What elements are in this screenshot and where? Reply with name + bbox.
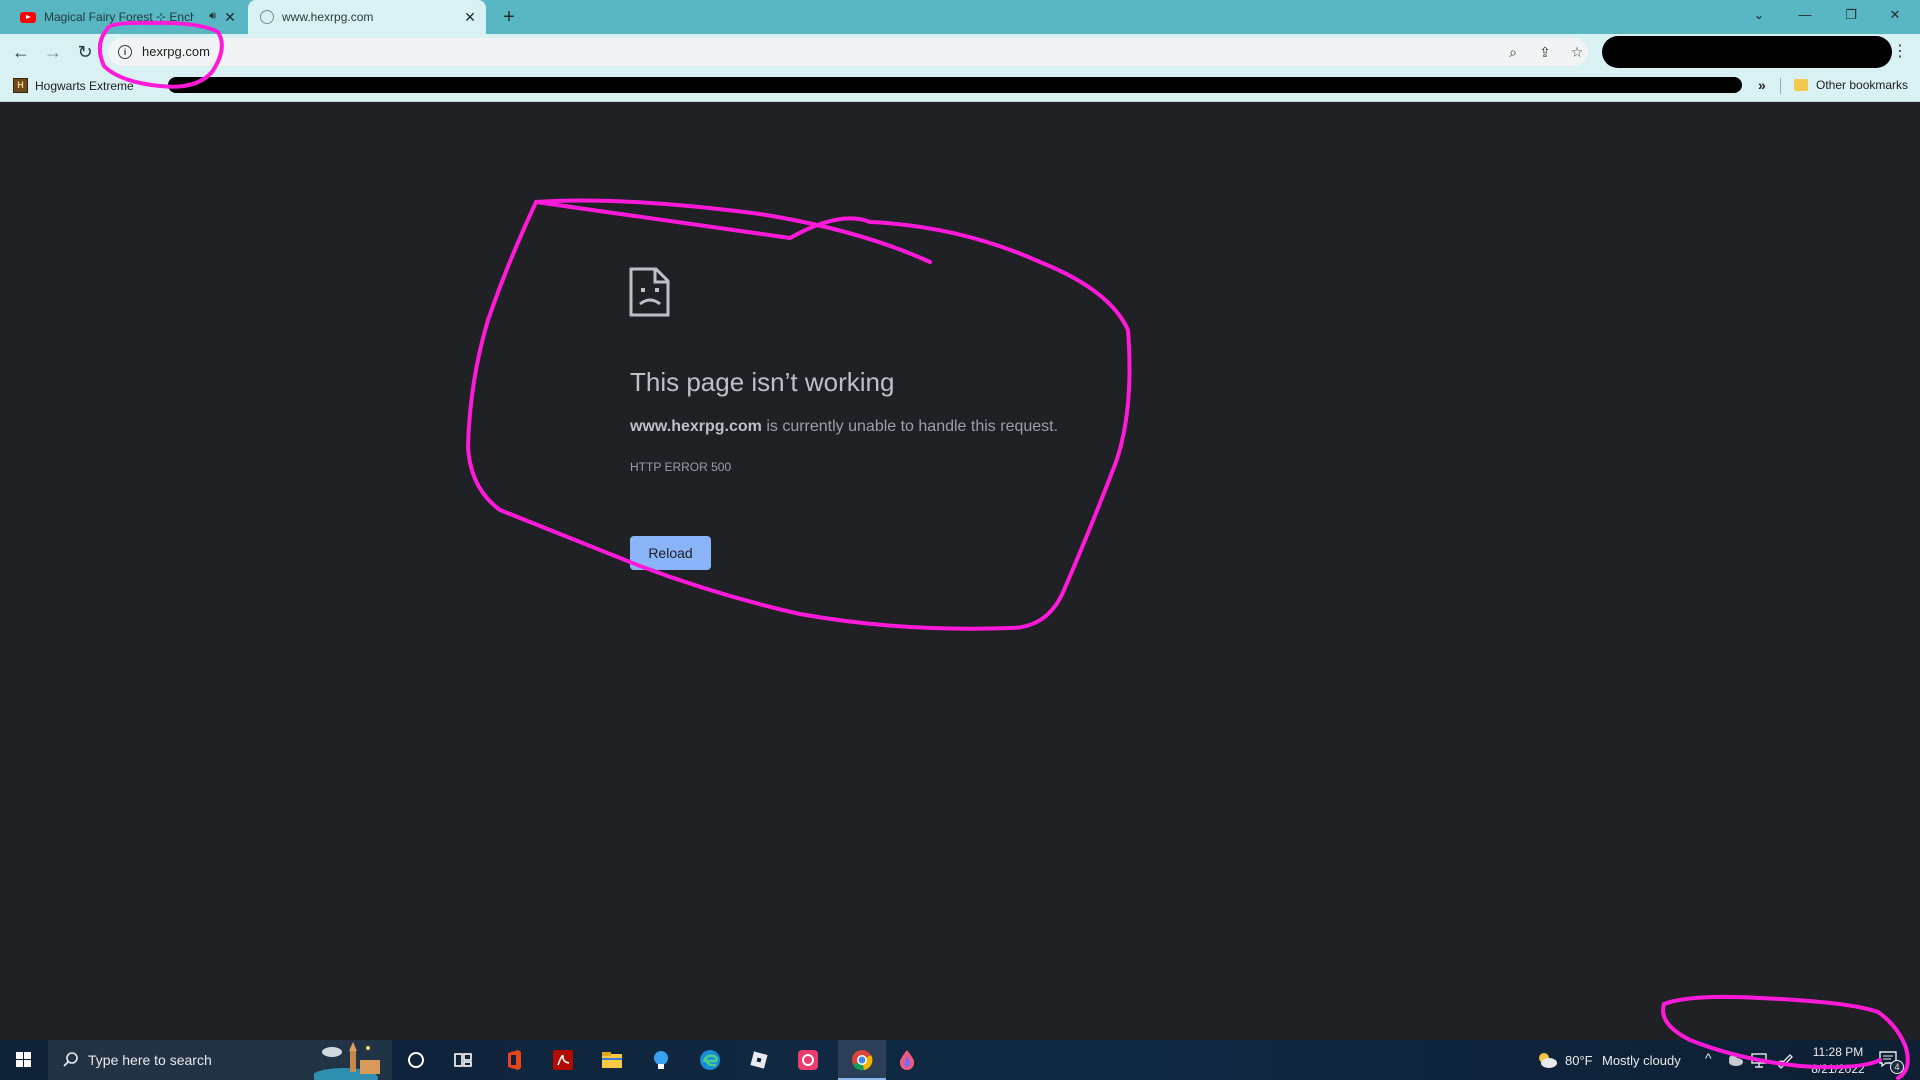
clock-time[interactable]: 11:28 PM <box>1806 1045 1870 1059</box>
edge-icon[interactable] <box>698 1048 722 1072</box>
tab-title: Magical Fairy Forest ⊹ Encha <box>44 10 194 24</box>
tips-icon[interactable] <box>649 1048 673 1072</box>
bookmarks-overflow-button[interactable]: » <box>1758 77 1766 93</box>
zoom-icon[interactable]: ⌕ <box>1504 43 1522 61</box>
other-bookmarks-label: Other bookmarks <box>1816 78 1909 92</box>
browser-toolbar: ← → ↻ i hexrpg.com ⌕ ⇪ ☆ ⋮ <box>0 34 1920 70</box>
divider <box>1780 78 1781 94</box>
tab-youtube[interactable]: Magical Fairy Forest ⊹ Encha 🔊︎ ✕ <box>8 0 246 34</box>
tab-title: www.hexrpg.com <box>282 10 374 24</box>
bookmark-hogwarts[interactable]: H Hogwarts Extreme <box>13 78 134 93</box>
windows-taskbar: Type here to search 80°F Mostly cloudy ^… <box>0 1040 1920 1080</box>
redacted-area <box>168 77 1742 93</box>
restore-button[interactable]: ❐ <box>1828 0 1874 30</box>
office-icon[interactable] <box>502 1048 526 1072</box>
search-icon <box>63 1052 78 1067</box>
tab-search-button[interactable]: ⌄ <box>1736 0 1782 30</box>
other-bookmarks[interactable]: Other bookmarks <box>1794 78 1908 92</box>
weather-temp[interactable]: 80°F <box>1565 1053 1593 1068</box>
close-icon[interactable]: ✕ <box>222 9 238 25</box>
new-tab-button[interactable]: + <box>498 6 520 28</box>
search-highlight-image <box>314 1042 380 1080</box>
roblox-icon[interactable] <box>747 1048 771 1072</box>
info-icon[interactable]: i <box>118 45 132 59</box>
bookmark-star-icon[interactable]: ☆ <box>1568 43 1586 61</box>
chrome-icon[interactable] <box>850 1048 874 1072</box>
windows-start-icon[interactable] <box>6 1048 40 1072</box>
window-close-button[interactable]: ✕ <box>1872 0 1918 30</box>
droplet-app-icon[interactable] <box>895 1048 919 1072</box>
globe-icon <box>260 10 274 24</box>
folder-icon <box>1794 79 1808 91</box>
tab-hexrpg[interactable]: www.hexrpg.com ✕ <box>248 0 486 34</box>
bookmarks-bar: H Hogwarts Extreme » Other bookmarks <box>0 70 1920 102</box>
network-icon[interactable] <box>1750 1052 1768 1068</box>
error-domain: www.hexrpg.com <box>630 418 762 435</box>
close-icon[interactable]: ✕ <box>462 9 478 25</box>
sad-page-icon <box>629 267 670 317</box>
redacted-area <box>1602 36 1892 68</box>
creative-cloud-icon[interactable] <box>796 1048 820 1072</box>
page-content: This page isn’t working www.hexrpg.com i… <box>0 103 1920 1040</box>
error-title: This page isn’t working <box>630 367 895 397</box>
menu-icon[interactable]: ⋮ <box>1890 40 1910 64</box>
minimize-button[interactable]: — <box>1782 0 1828 30</box>
clock-date[interactable]: 8/21/2022 <box>1806 1062 1870 1076</box>
onedrive-icon[interactable] <box>1726 1054 1744 1066</box>
reload-icon[interactable]: ↻ <box>73 40 97 64</box>
back-button[interactable]: ← <box>9 40 33 64</box>
bookmark-label: Hogwarts Extreme <box>35 78 134 93</box>
speaker-icon[interactable]: 🔊︎ <box>209 10 216 23</box>
pen-icon[interactable] <box>1776 1051 1794 1069</box>
reload-button[interactable]: Reload <box>630 536 711 570</box>
youtube-icon <box>20 11 36 23</box>
hogwarts-icon: H <box>13 78 28 93</box>
acrobat-icon[interactable] <box>551 1048 575 1072</box>
chevron-up-icon[interactable]: ^ <box>1705 1050 1712 1066</box>
error-description: www.hexrpg.com is currently unable to ha… <box>630 418 1058 436</box>
forward-button[interactable]: → <box>41 40 65 64</box>
search-placeholder: Type here to search <box>88 1052 212 1068</box>
weather-condition[interactable]: Mostly cloudy <box>1602 1053 1681 1068</box>
address-bar[interactable]: i hexrpg.com ⌕ ⇪ ☆ <box>108 38 1588 66</box>
url-text[interactable]: hexrpg.com <box>142 44 210 59</box>
weather-icon[interactable] <box>1536 1050 1558 1070</box>
cortana-icon[interactable] <box>404 1048 428 1072</box>
taskbar-search[interactable]: Type here to search <box>48 1040 392 1080</box>
error-description-text: is currently unable to handle this reque… <box>761 418 1059 435</box>
file-explorer-icon[interactable] <box>600 1048 624 1072</box>
notification-count: 4 <box>1890 1060 1904 1074</box>
error-code: HTTP ERROR 500 <box>630 460 732 474</box>
share-icon[interactable]: ⇪ <box>1536 43 1554 61</box>
tab-strip: Magical Fairy Forest ⊹ Encha 🔊︎ ✕ www.he… <box>0 0 1920 34</box>
task-view-icon[interactable] <box>451 1048 475 1072</box>
